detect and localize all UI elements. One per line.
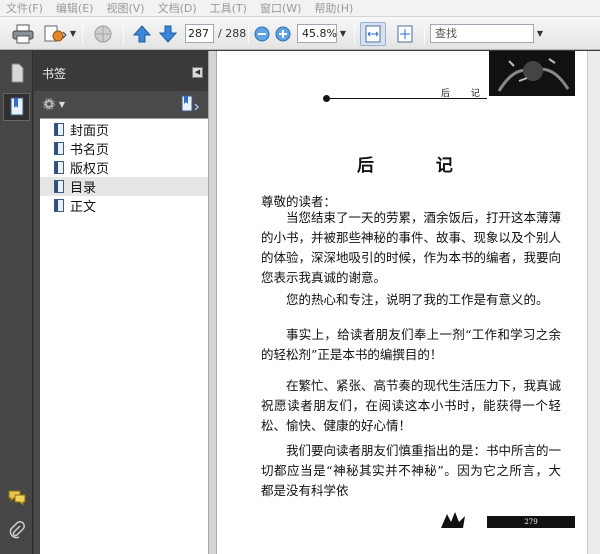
menu-edit[interactable]: 编辑(E) <box>56 0 94 16</box>
share-dropdown-arrow[interactable]: ▼ <box>67 24 79 43</box>
fit-width-icon <box>365 25 381 43</box>
fit-width-button[interactable] <box>360 22 386 46</box>
bookmarks-toolbar: ▼ <box>34 91 208 118</box>
zoom-out-button[interactable] <box>252 22 272 46</box>
chevron-down-icon: ▼ <box>58 99 66 109</box>
print-button[interactable] <box>10 22 36 46</box>
bookmark-item-selected[interactable]: 目录 <box>40 177 208 196</box>
bookmark-label: 书名页 <box>70 143 110 158</box>
zoom-in-icon <box>275 26 291 42</box>
page-total-label: / 288 <box>218 27 247 40</box>
bookmark-label: 目录 <box>70 181 97 196</box>
menu-view[interactable]: 视图(V) <box>106 0 144 16</box>
menu-document[interactable]: 文档(D) <box>158 0 197 16</box>
paragraph: 您的热心和专注，说明了我的工作是有意义的。 <box>286 292 549 307</box>
printer-icon <box>12 24 34 44</box>
zoom-dropdown-arrow[interactable]: ▼ <box>337 24 349 43</box>
new-bookmark-icon <box>181 95 200 112</box>
pages-panel-button[interactable] <box>3 59 30 87</box>
menu-tools[interactable]: 工具(T) <box>210 0 247 16</box>
toolbar-separator <box>123 23 124 45</box>
paragraph: 事实上，给读者朋友们奉上一剂“工作和学习之余的轻松剂”正是本书的编撰目的！ <box>261 327 561 362</box>
menu-help[interactable]: 帮助(H) <box>314 0 353 16</box>
bookmark-label: 封面页 <box>70 124 110 139</box>
page-corner-illustration <box>489 51 575 96</box>
find-dropdown-arrow[interactable]: ▼ <box>534 24 546 43</box>
bookmark-item[interactable]: 正文 <box>40 196 208 215</box>
find-input[interactable]: 查找 <box>430 24 534 43</box>
bookmark-item[interactable]: 版权页 <box>40 158 208 177</box>
bookmark-page-icon <box>54 180 64 193</box>
globe-icon <box>94 25 112 43</box>
panel-splitter[interactable] <box>208 51 217 554</box>
page-number-input[interactable]: 287 <box>185 24 214 43</box>
paragraph: 在繁忙、紧张、高节奏的现代生活压力下，我真诚祝愿读者朋友们，在阅读这本小书时，能… <box>261 378 562 433</box>
page-number: 279 <box>487 516 575 528</box>
comments-button[interactable] <box>3 483 30 511</box>
document-share-icon <box>44 25 67 42</box>
toolbar-separator <box>248 23 249 45</box>
bookmark-page-icon <box>54 123 64 136</box>
arrow-up-icon <box>132 25 152 43</box>
share-button[interactable] <box>42 22 68 46</box>
bookmarks-list: 封面页 书名页 版权页 目录 正文 <box>40 118 208 554</box>
menu-window[interactable]: 窗口(W) <box>260 0 301 16</box>
zoom-in-button[interactable] <box>273 22 293 46</box>
attachments-button[interactable] <box>3 517 30 545</box>
toolbar: ▼ 287 / 288 45.8% ▼ 查找 ▼ <box>0 17 600 50</box>
new-bookmark-button[interactable] <box>178 94 202 114</box>
zoom-out-icon <box>254 26 270 42</box>
toolbar-separator <box>354 23 355 45</box>
running-header: 后 记 <box>441 89 489 99</box>
bookmark-options-button[interactable]: ▼ <box>40 94 66 114</box>
bookmark-icon <box>10 97 23 116</box>
gear-icon <box>42 97 56 111</box>
bookmarks-panel-button[interactable] <box>3 93 30 121</box>
paperclip-icon <box>9 521 25 539</box>
bookmark-page-icon <box>54 199 64 212</box>
zoom-level-input[interactable]: 45.8% <box>297 24 337 43</box>
navigation-strip <box>0 51 33 554</box>
previous-page-button[interactable] <box>130 22 154 46</box>
pages-icon <box>11 63 23 83</box>
next-page-button[interactable] <box>156 22 180 46</box>
bookmarks-panel: 书签 ◀ ▼ 封面页 书名页 版权页 目录 正文 <box>34 51 208 554</box>
bookmark-page-icon <box>54 142 64 155</box>
footer-ornament <box>441 512 465 528</box>
arrow-down-icon <box>158 25 178 43</box>
bookmark-item[interactable]: 书名页 <box>40 139 208 158</box>
paragraph: 当您结束了一天的劳累，酒余饭后，打开这本薄薄的小书，并被那些神秘的事件、故事、现… <box>261 210 562 285</box>
toolbar-separator <box>82 23 83 45</box>
collaborate-button[interactable] <box>90 22 116 46</box>
bookmark-page-icon <box>54 161 64 174</box>
paragraph: 我们要向读者朋友们慎重指出的是：书中所言的一切都应当是“神秘其实并不神秘”。因为… <box>261 443 562 498</box>
document-page: 后 记 后 记 尊敬的读者： 当您结束了一天的劳累，酒余饭后，打开这本薄薄的小书… <box>217 51 587 554</box>
bookmark-item[interactable]: 封面页 <box>40 120 208 139</box>
toolbar-separator <box>424 23 425 45</box>
bookmark-label: 版权页 <box>70 162 110 177</box>
page-title: 后 记 <box>357 156 481 176</box>
vertical-scrollbar[interactable] <box>587 51 600 554</box>
bookmarks-title: 书签 <box>42 67 67 81</box>
fit-page-icon <box>397 25 413 43</box>
bookmark-label: 正文 <box>70 200 97 215</box>
comment-icon <box>8 490 25 506</box>
collapse-panel-button[interactable]: ◀ <box>192 67 203 78</box>
menu-file[interactable]: 文件(F) <box>6 0 43 16</box>
bookmarks-header: 书签 ◀ <box>34 51 208 91</box>
fit-page-button[interactable] <box>392 22 418 46</box>
menu-bar: 文件(F) 编辑(E) 视图(V) 文档(D) 工具(T) 窗口(W) 帮助(H… <box>0 0 600 17</box>
